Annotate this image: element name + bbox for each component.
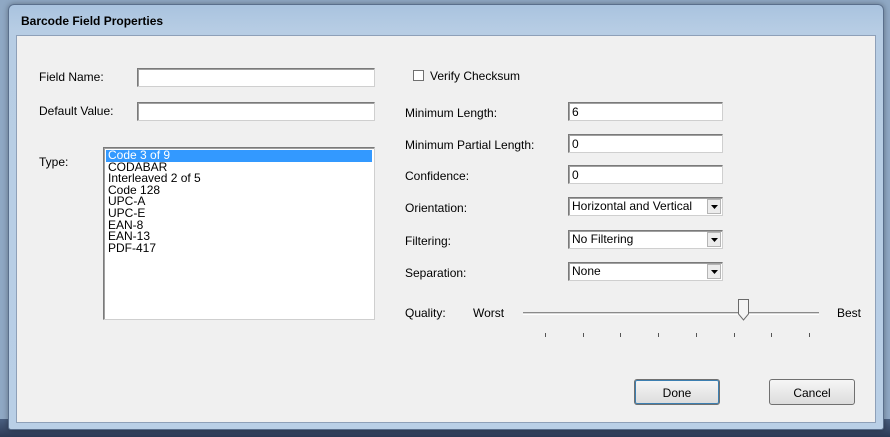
- type-label: Type:: [39, 155, 69, 169]
- quality-label: Quality:: [405, 306, 446, 320]
- quality-tick: [695, 333, 697, 337]
- orientation-label: Orientation:: [405, 201, 468, 215]
- type-option-upc-e[interactable]: UPC-E: [106, 207, 372, 220]
- min-partial-length-input[interactable]: 0: [568, 134, 723, 153]
- quality-tick: [658, 333, 660, 337]
- cancel-button[interactable]: Cancel: [769, 379, 855, 405]
- default-value-label: Default Value:: [39, 104, 114, 118]
- type-option-upc-a[interactable]: UPC-A: [106, 196, 372, 208]
- filtering-dropdown[interactable]: No Filtering: [568, 230, 723, 249]
- quality-tick: [620, 333, 622, 337]
- confidence-input[interactable]: 0: [568, 165, 723, 184]
- dialog-title: Barcode Field Properties: [21, 14, 164, 28]
- quality-tick: [809, 333, 810, 337]
- default-value-input[interactable]: [137, 102, 375, 121]
- confidence-label: Confidence:: [405, 169, 470, 183]
- min-length-input[interactable]: 6: [568, 102, 723, 121]
- min-partial-length-label: Minimum Partial Length:: [405, 138, 535, 152]
- field-name-input[interactable]: [137, 68, 375, 87]
- done-button[interactable]: Done: [634, 379, 720, 405]
- quality-slider-track[interactable]: [523, 312, 819, 315]
- separation-dropdown[interactable]: None: [568, 262, 723, 281]
- quality-tick: [771, 333, 773, 337]
- chevron-down-icon[interactable]: [707, 232, 721, 247]
- chevron-down-icon[interactable]: [707, 264, 721, 279]
- separation-label: Separation:: [405, 266, 467, 280]
- barcode-properties-dialog: Barcode Field Properties Field Name: Def…: [8, 4, 884, 430]
- min-length-label: Minimum Length:: [405, 106, 498, 120]
- type-listbox[interactable]: Code 3 of 9 CODABAR Interleaved 2 of 5 C…: [103, 147, 375, 320]
- slider-thumb-icon[interactable]: [738, 299, 749, 321]
- chevron-down-icon[interactable]: [707, 199, 721, 214]
- filtering-label: Filtering:: [405, 234, 452, 248]
- quality-best-label: Best: [837, 306, 862, 320]
- type-option-pdf-417[interactable]: PDF-417: [106, 242, 372, 255]
- field-name-label: Field Name:: [39, 70, 104, 84]
- filtering-value: No Filtering: [572, 232, 634, 246]
- dialog-client-area: Field Name: Default Value: Type: Code 3 …: [16, 35, 876, 423]
- quality-tick: [545, 333, 546, 337]
- separation-value: None: [572, 264, 601, 278]
- quality-tick: [582, 333, 584, 337]
- quality-tick: [733, 333, 735, 337]
- type-option-code128[interactable]: Code 128: [106, 184, 372, 197]
- orientation-value: Horizontal and Vertical: [572, 199, 693, 213]
- quality-worst-label: Worst: [473, 306, 505, 320]
- verify-checksum-label[interactable]: Verify Checksum: [430, 69, 520, 83]
- orientation-dropdown[interactable]: Horizontal and Vertical: [568, 197, 723, 216]
- verify-checksum-checkbox[interactable]: [413, 70, 424, 81]
- title-bar[interactable]: Barcode Field Properties: [9, 5, 883, 35]
